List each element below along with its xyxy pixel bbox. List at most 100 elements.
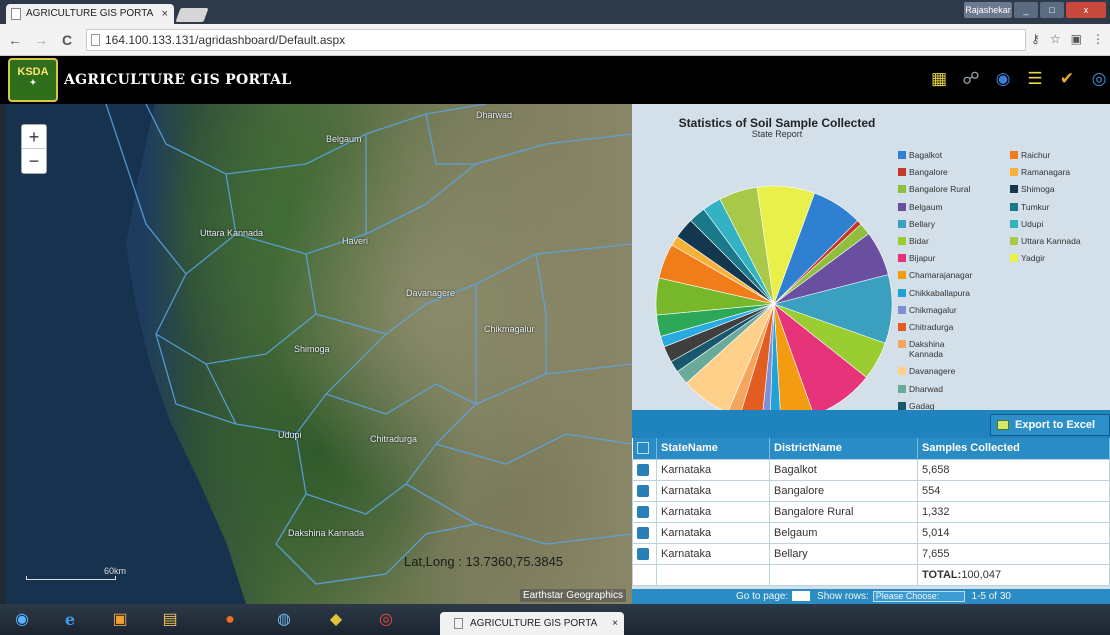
total-value: 100,047 xyxy=(961,568,1002,581)
legend-item[interactable]: Shimoga xyxy=(1010,184,1110,194)
compass-icon[interactable]: ◉ xyxy=(992,68,1014,90)
row-checkbox[interactable] xyxy=(637,505,649,518)
menu-icon[interactable]: ⋮ xyxy=(1092,32,1104,46)
draw-icon[interactable]: ✔ xyxy=(1056,68,1078,90)
export-excel-button[interactable]: Export to Excel xyxy=(990,414,1110,436)
media-player-icon[interactable]: ▣ xyxy=(102,607,138,633)
new-tab-button[interactable] xyxy=(175,8,209,22)
back-button[interactable]: ← xyxy=(8,32,22,48)
ksda-logo: KSDA ✦ xyxy=(8,58,58,102)
legend-item[interactable]: Dakshina Kannada xyxy=(898,339,958,359)
column-header-state[interactable]: StateName xyxy=(656,438,770,459)
select-all-header[interactable] xyxy=(632,438,657,459)
legend-item[interactable]: Raichur xyxy=(1010,150,1110,160)
legend-item[interactable]: Chamarajanagar xyxy=(898,270,1006,280)
legend-item[interactable]: Belgaum xyxy=(898,202,1006,212)
row-select-cell[interactable] xyxy=(632,521,657,544)
legend-swatch xyxy=(1010,151,1018,159)
cell-samples: 5,014 xyxy=(917,521,1110,544)
legend-item[interactable]: Dharwad xyxy=(898,384,1006,394)
legend-swatch xyxy=(898,185,906,194)
zoom-in-button[interactable]: + xyxy=(22,125,46,149)
row-select-cell[interactable] xyxy=(632,458,657,481)
browser-tab[interactable]: AGRICULTURE GIS PORTA × xyxy=(6,4,174,24)
legend-swatch xyxy=(1010,219,1018,228)
scale-bar: 60km xyxy=(26,566,126,580)
legend-item[interactable]: Bangalore xyxy=(898,167,1006,177)
tab-close-icon[interactable]: × xyxy=(162,4,168,24)
row-checkbox[interactable] xyxy=(637,484,649,497)
firefox-icon[interactable]: ● xyxy=(212,607,248,633)
legend-item[interactable]: Tumkur xyxy=(1010,202,1110,212)
close-window-button[interactable]: x xyxy=(1066,2,1106,18)
url-field[interactable]: 164.100.133.131/agridashboard/Default.as… xyxy=(86,29,1026,51)
column-header-samples[interactable]: Samples Collected xyxy=(917,438,1110,459)
file-explorer-icon[interactable]: ▤ xyxy=(152,607,188,633)
search-icon[interactable]: ◎ xyxy=(1088,68,1110,90)
cell-samples: 1,332 xyxy=(917,500,1110,523)
page-input[interactable] xyxy=(792,591,811,602)
row-checkbox[interactable] xyxy=(637,547,649,560)
window-controls: Rajashekar _ □ x xyxy=(964,2,1106,18)
legend-swatch xyxy=(898,219,906,228)
table-row[interactable]: Karnataka Bangalore 554 xyxy=(632,479,1110,502)
legend-item[interactable]: Bagalkot xyxy=(898,150,1006,160)
legend-item[interactable]: Bangalore Rural xyxy=(898,184,1006,194)
key-icon[interactable]: ⚷ xyxy=(1031,32,1040,46)
place-label: Shimoga xyxy=(294,344,330,354)
legend-item[interactable]: Bijapur xyxy=(898,253,1006,263)
forward-button[interactable]: → xyxy=(34,32,48,48)
table-row[interactable]: Karnataka Bagalkot 5,658 xyxy=(632,458,1110,481)
legend-item[interactable]: Bellary xyxy=(898,219,1006,229)
tab-close-icon[interactable]: × xyxy=(612,612,618,635)
legend-item[interactable]: Davanagere xyxy=(898,366,1006,376)
reload-button[interactable]: C xyxy=(62,32,72,48)
table-row[interactable]: Karnataka Bangalore Rural 1,332 xyxy=(632,500,1110,523)
legend-item[interactable]: Ramanagara xyxy=(1010,167,1110,177)
legend-item[interactable]: Yadgir xyxy=(1010,253,1110,263)
pie-chart[interactable] xyxy=(654,184,894,424)
start-button[interactable]: ◉ xyxy=(4,607,40,633)
chrome-icon[interactable]: ◎ xyxy=(368,607,404,633)
list-icon[interactable]: ☰ xyxy=(1024,68,1046,90)
zoom-out-button[interactable]: − xyxy=(22,149,46,173)
select-all-checkbox[interactable] xyxy=(636,442,649,455)
table-row[interactable]: Karnataka Belgaum 5,014 xyxy=(632,521,1110,544)
column-header-district[interactable]: DistrictName xyxy=(769,438,918,459)
place-label: Udupi xyxy=(278,430,302,440)
rows-select[interactable]: Please Choose: xyxy=(872,590,965,602)
place-label: Dharwad xyxy=(476,110,513,120)
cell-state: Karnataka xyxy=(656,521,770,544)
user-profile-button[interactable]: Rajashekar xyxy=(964,2,1012,18)
legend-item[interactable]: Udupi xyxy=(1010,219,1110,229)
signal-icon[interactable]: ☍ xyxy=(960,68,982,90)
search-app-icon[interactable]: ◍ xyxy=(266,607,302,633)
place-label: Davanagere xyxy=(406,288,456,298)
legend-item[interactable]: Chikmagalur xyxy=(898,305,1006,315)
page-icon xyxy=(454,618,463,629)
legend-label: Bangalore xyxy=(909,167,948,178)
maximize-button[interactable]: □ xyxy=(1040,2,1064,18)
taskbar-browser-tab[interactable]: AGRICULTURE GIS PORTA × xyxy=(440,612,624,635)
star-icon[interactable]: ☆ xyxy=(1050,32,1061,46)
row-checkbox[interactable] xyxy=(637,463,649,476)
grid-layers-icon[interactable]: ▦ xyxy=(928,68,950,90)
extension-icon[interactable]: ▣ xyxy=(1071,32,1082,46)
legend-item[interactable]: Chitradurga xyxy=(898,322,1006,332)
ie-icon[interactable]: e xyxy=(52,607,88,633)
minimize-button[interactable]: _ xyxy=(1014,2,1038,18)
row-checkbox[interactable] xyxy=(637,526,649,539)
app-icon[interactable]: ◆ xyxy=(318,607,354,633)
excel-icon xyxy=(997,420,1009,430)
browser-tab-strip: AGRICULTURE GIS PORTA × Rajashekar _ □ x xyxy=(0,0,1110,24)
table-row[interactable]: Karnataka Bellary 7,655 xyxy=(632,542,1110,565)
legend-item[interactable]: Chikkaballapura xyxy=(898,288,1006,298)
legend-item[interactable]: Uttara Kannada xyxy=(1010,236,1110,246)
legend-item[interactable]: Bidar xyxy=(898,236,1006,246)
legend-swatch xyxy=(898,254,906,263)
row-select-cell[interactable] xyxy=(632,542,657,565)
legend-swatch xyxy=(898,288,906,297)
row-select-cell[interactable] xyxy=(632,479,657,502)
row-select-cell[interactable] xyxy=(632,500,657,523)
map-view[interactable]: Uttara Kannada Haveri Davanagere Shimoga… xyxy=(6,104,632,604)
